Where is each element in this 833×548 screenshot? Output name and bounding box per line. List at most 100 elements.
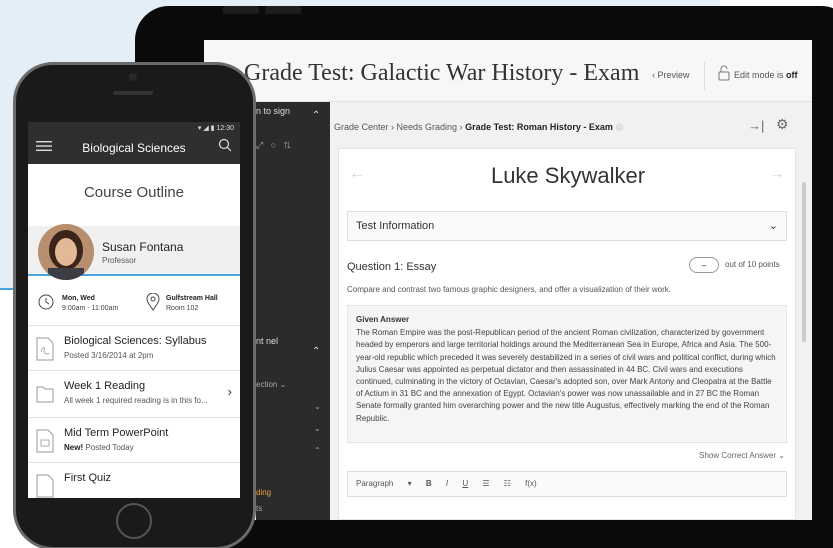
list-item-subtitle: All week 1 required reading is in this f… — [64, 396, 208, 405]
chevron-up-icon[interactable]: ⌃ — [312, 346, 320, 357]
underline-button[interactable]: U — [462, 479, 468, 488]
avatar-photo — [38, 224, 94, 280]
list-item-subtitle-text: Posted Today — [85, 443, 134, 452]
list-item[interactable]: First Quiz — [28, 464, 240, 498]
professor-role: Professor — [102, 256, 137, 265]
chevron-down-icon[interactable]: ⌄ — [314, 424, 321, 433]
phone-header: ▾ ◢ ▮ 12:30 Biological Sciences — [28, 122, 240, 164]
collapse-icon[interactable]: →| — [748, 118, 764, 133]
list-item-subtitle: Posted 3/16/2014 at 2pm — [64, 351, 154, 360]
given-answer-text: The Roman Empire was the post-Republican… — [356, 328, 776, 423]
tablet-button — [223, 6, 259, 14]
presentation-document-icon — [36, 429, 54, 453]
quiz-document-icon — [36, 474, 54, 498]
list-item[interactable]: Mid Term PowerPoint New! Posted Today — [28, 419, 240, 463]
points-label: out of 10 points — [725, 260, 780, 269]
professor-name: Susan Fontana — [102, 240, 184, 254]
phone-screen: ▾ ◢ ▮ 12:30 Biological Sciences Course O… — [28, 122, 240, 498]
chevron-down-icon: ⌄ — [768, 220, 778, 232]
bullet-list-icon[interactable]: ☷ — [504, 479, 511, 488]
submission-card: ← Luke Skywalker → Test Information ⌄ Qu… — [338, 148, 796, 520]
sort-icon[interactable]: ⇅ — [284, 140, 291, 150]
list-item-title: Mid Term PowerPoint — [64, 427, 169, 439]
tablet-button — [265, 6, 301, 14]
status-time: 12:30 — [216, 125, 234, 132]
chevron-up-icon[interactable]: ⌃ — [314, 446, 321, 455]
pdf-document-icon — [36, 337, 54, 361]
edit-mode-value: off — [786, 70, 798, 80]
paragraph-label: Paragraph — [356, 479, 394, 488]
schedule-time: Mon, Wed 9:00am - 11:00am — [62, 294, 118, 314]
avatar — [38, 224, 94, 280]
tablet-screen: Grade Test: Galactic War History - Exam … — [204, 40, 812, 520]
list-item-title: First Quiz — [64, 472, 112, 484]
course-title: Biological Sciences — [82, 141, 186, 155]
chevron-up-icon[interactable]: ⌃ — [312, 110, 320, 121]
location-pin-icon — [146, 293, 160, 311]
lock-icon[interactable] — [718, 65, 730, 81]
divider — [704, 62, 705, 90]
test-information-dropdown[interactable]: Test Information ⌄ — [347, 211, 787, 241]
list-item[interactable]: Biological Sciences: Syllabus Posted 3/1… — [28, 327, 240, 371]
list-item[interactable]: Week 1 Reading All week 1 required readi… — [28, 372, 240, 418]
given-answer-title: Given Answer — [356, 315, 410, 324]
bold-button[interactable]: B — [426, 479, 432, 488]
question-prompt: Compare and contrast two famous graphic … — [347, 285, 672, 294]
info-icon[interactable]: ◎ — [615, 122, 623, 132]
page-title: Course Outline — [83, 184, 185, 201]
schedule-hours: 9:00am - 11:00am — [62, 305, 119, 312]
list-item-title: Biological Sciences: Syllabus — [64, 335, 207, 347]
location: Gulfstream Hall Room 102 — [166, 294, 218, 314]
folder-icon — [36, 386, 54, 403]
chevron-down-icon[interactable]: ⌄ — [314, 402, 321, 411]
marketing-scene: Grade Test: Galactic War History - Exam … — [0, 0, 833, 548]
side-panel-row[interactable]: ts — [256, 504, 262, 513]
edit-mode-label: Edit mode is — [734, 70, 784, 80]
home-button[interactable] — [116, 503, 152, 539]
scrollbar[interactable] — [802, 182, 806, 342]
search-icon[interactable] — [218, 138, 232, 152]
side-panel: n to sign ⌃ ⤢ ○ ⇅ nt nel ⌃ ection ⌄ ⌄ ⌄ … — [256, 102, 330, 520]
preview-label: Preview — [657, 70, 690, 80]
grading-content: Grade Center › Needs Grading › Grade Tes… — [330, 102, 812, 520]
preview-link[interactable]: ‹ Preview — [652, 70, 690, 80]
test-header: Grade Test: Galactic War History - Exam … — [204, 40, 812, 102]
feedback-editor-toolbar: Paragraph ▾ B I U ☰ ☷ f(x) — [347, 471, 787, 497]
breadcrumb-path[interactable]: Grade Center › Needs Grading › — [334, 122, 465, 132]
question-title: Question 1: Essay — [347, 261, 437, 273]
location-room: Room 102 — [166, 305, 199, 312]
edit-mode-toggle[interactable]: Edit mode is off — [734, 70, 798, 80]
schedule-day: Mon, Wed — [62, 295, 95, 302]
side-panel-active-item[interactable]: ding — [256, 488, 271, 497]
circle-icon[interactable]: ○ — [271, 140, 276, 150]
location-building: Gulfstream Hall — [166, 295, 218, 302]
chevron-right-icon: › — [227, 384, 232, 399]
list-item-subtitle: New! Posted Today — [64, 443, 134, 452]
show-correct-answer-link[interactable]: Show Correct Answer ⌄ — [699, 451, 785, 460]
next-student-arrow[interactable]: → — [769, 165, 785, 183]
side-panel-section[interactable]: nt nel — [256, 336, 278, 347]
speaker — [113, 91, 153, 95]
breadcrumb: Grade Center › Needs Grading › Grade Tes… — [334, 122, 623, 133]
formula-button[interactable]: f(x) — [525, 479, 537, 488]
points-control: – out of 10 points — [689, 255, 789, 275]
side-panel-row[interactable]: ection ⌄ — [256, 380, 286, 389]
breadcrumb-current: Grade Test: Roman History - Exam — [465, 122, 613, 132]
test-information-label: Test Information — [356, 220, 435, 232]
professor-card[interactable]: Susan Fontana Professor — [28, 224, 240, 280]
numbered-list-icon[interactable]: ☰ — [482, 479, 489, 488]
new-badge: New! — [64, 443, 84, 452]
show-correct-answer-label: Show Correct Answer — [699, 451, 777, 460]
expand-icon[interactable]: ⤢ — [256, 140, 263, 150]
clock-icon — [38, 294, 54, 310]
gear-icon[interactable]: ⚙ — [776, 116, 789, 133]
side-panel-row-label: ection — [256, 380, 278, 389]
side-panel-section[interactable]: n to sign — [256, 106, 290, 117]
side-panel-tools: ⤢ ○ ⇅ — [256, 140, 291, 151]
italic-button[interactable]: I — [446, 479, 448, 488]
student-name: Luke Skywalker — [490, 163, 646, 188]
schedule-row: Mon, Wed 9:00am - 11:00am Gulfstream Hal… — [28, 280, 240, 326]
points-input[interactable]: – — [689, 257, 719, 273]
list-item-title: Week 1 Reading — [64, 380, 146, 392]
paragraph-select[interactable]: Paragraph ▾ — [356, 479, 412, 488]
